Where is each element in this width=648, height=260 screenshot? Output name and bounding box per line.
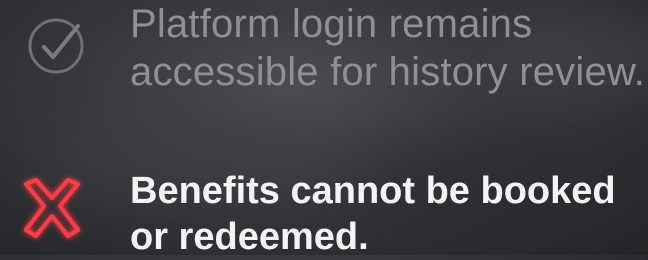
status-item-line: Benefits cannot be booked [130,170,616,212]
status-item-line: or redeemed. [130,216,369,258]
status-item-allowed: Platform login remains accessible for hi… [0,0,648,120]
status-item-denied: Benefits cannot be booked or redeemed. [0,158,648,258]
cross-icon [14,170,90,246]
status-item-line: Platform login remains [130,2,533,46]
status-item-line: accessible for history review. [130,50,646,94]
status-item-text: Benefits cannot be booked or redeemed. [130,168,616,260]
status-item-text: Platform login remains accessible for hi… [130,0,645,96]
check-circle-icon [18,6,94,82]
